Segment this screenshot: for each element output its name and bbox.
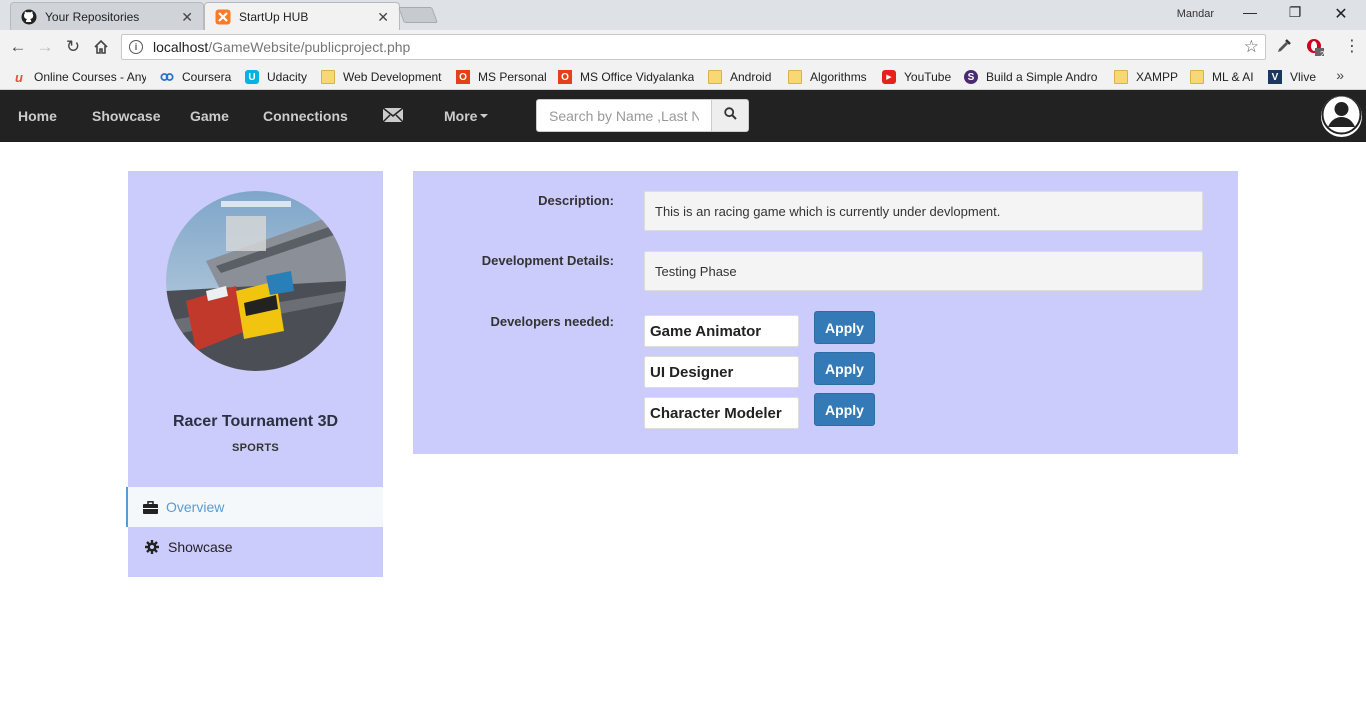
bookmark-build-simple-android[interactable]: S Build a Simple Andro [964, 68, 1100, 86]
bookmark-coursera[interactable]: Coursera [160, 68, 235, 86]
url-host: localhost [153, 39, 209, 55]
vlive-icon: V [1268, 70, 1282, 84]
folder-icon [788, 70, 802, 84]
description-field: This is an racing game which is currentl… [644, 191, 1203, 231]
nav-home[interactable]: Home [18, 90, 57, 142]
search-input[interactable] [536, 99, 712, 132]
project-details-panel: Description: This is an racing game whic… [413, 171, 1238, 454]
apply-button-game-animator[interactable]: Apply [814, 311, 875, 344]
menu-item-showcase[interactable]: Showcase [128, 527, 383, 567]
folder-icon [1190, 70, 1204, 84]
folder-icon [321, 70, 335, 84]
caret-down-icon [480, 114, 489, 118]
browser-toolbar: ← → ↻ i localhost /GameWebsite/publicpro… [0, 30, 1366, 63]
profile-name[interactable]: Mandar [1177, 8, 1214, 20]
development-details-field: Testing Phase [644, 251, 1203, 291]
udemy-icon: u [15, 69, 23, 85]
back-icon[interactable]: ← [7, 36, 29, 58]
developer-role-field: UI Designer [644, 356, 799, 388]
close-window-icon[interactable]: ✕ [1318, 4, 1364, 24]
office-icon: O [558, 70, 572, 84]
tab-startup-hub[interactable]: StartUp HUB ✕ [204, 2, 400, 30]
bookmarks-bar: u Online Courses - Any Coursera U Udacit… [0, 63, 1366, 90]
bookmark-ms-office-vidyalanka[interactable]: O MS Office Vidyalanka [558, 68, 694, 86]
nav-showcase[interactable]: Showcase [92, 90, 160, 142]
nav-messages[interactable] [382, 90, 404, 142]
info-icon[interactable]: i [129, 40, 143, 54]
briefcase-icon [142, 499, 158, 515]
menu-item-label: Showcase [168, 539, 233, 555]
gear-icon [144, 539, 160, 555]
nav-more-label: More [444, 108, 478, 124]
bookmark-android[interactable]: Android [708, 68, 778, 86]
address-bar[interactable]: i localhost /GameWebsite/publicproject.p… [121, 34, 1266, 60]
bookmark-algorithms[interactable]: Algorithms [788, 68, 872, 86]
bookmark-youtube[interactable]: ▶ YouTube [882, 68, 954, 86]
folder-icon [1114, 70, 1128, 84]
minimize-icon[interactable]: — [1227, 4, 1273, 20]
udacity-icon: U [245, 70, 259, 84]
game-thumbnail [166, 191, 346, 371]
development-details-label: Development Details: [481, 253, 614, 268]
search-button[interactable] [711, 99, 749, 132]
forward-icon[interactable]: → [34, 36, 56, 58]
office-icon: O [456, 70, 470, 84]
developer-role-field: Game Animator [644, 315, 799, 347]
extension-badge: 2 [1320, 50, 1325, 59]
nav-game[interactable]: Game [190, 90, 229, 142]
description-label: Description: [538, 193, 614, 208]
menu-item-overview[interactable]: Overview [126, 487, 383, 527]
bookmark-web-development[interactable]: Web Development [321, 68, 445, 86]
bookmark-star-icon[interactable]: ☆ [1244, 37, 1259, 57]
s-icon: S [964, 70, 978, 84]
user-avatar-button[interactable] [1321, 96, 1362, 137]
tab-your-repositories[interactable]: Your Repositories ✕ [10, 2, 204, 30]
site-navbar: Home Showcase Game Connections More [0, 90, 1366, 142]
close-tab-icon[interactable]: ✕ [181, 9, 193, 26]
new-tab-button[interactable] [398, 7, 438, 23]
bookmark-udacity[interactable]: U Udacity [245, 68, 311, 86]
project-menu: Overview Showcase [126, 487, 383, 567]
chrome-menu-icon[interactable]: ⋮ [1344, 36, 1360, 56]
search-icon [723, 106, 737, 125]
nav-more-dropdown[interactable]: More [444, 90, 489, 142]
github-icon [21, 9, 37, 25]
project-sidebar: Racer Tournament 3D SPORTS Overview Show… [126, 171, 383, 577]
xampp-icon [215, 9, 231, 25]
coursera-icon [160, 70, 174, 84]
user-avatar-icon [1321, 96, 1362, 137]
bookmark-vlive[interactable]: V Vlive [1268, 68, 1322, 86]
folder-icon [708, 70, 722, 84]
reload-icon[interactable]: ↻ [62, 36, 84, 58]
envelope-icon [382, 106, 404, 126]
project-category: SPORTS [231, 442, 280, 454]
url-path: /GameWebsite/publicproject.php [208, 39, 411, 55]
nav-connections[interactable]: Connections [263, 90, 348, 142]
bookmark-ms-personal[interactable]: O MS Personal [456, 68, 548, 86]
browser-tab-strip: Your Repositories ✕ StartUp HUB ✕ Mandar… [0, 0, 1366, 30]
bookmarks-overflow-icon[interactable]: » [1336, 67, 1344, 83]
bookmark-ml-ai[interactable]: ML & AI [1190, 68, 1258, 86]
apply-button-ui-designer[interactable]: Apply [814, 352, 875, 385]
bookmark-xampp[interactable]: XAMPP [1114, 68, 1178, 86]
youtube-icon: ▶ [882, 70, 896, 84]
tab-title: StartUp HUB [239, 9, 309, 24]
developer-role-field: Character Modeler [644, 397, 799, 429]
apply-button-character-modeler[interactable]: Apply [814, 393, 875, 426]
close-tab-icon[interactable]: ✕ [377, 9, 389, 26]
eyedropper-icon[interactable] [1276, 38, 1292, 58]
home-icon[interactable] [90, 36, 112, 58]
bookmark-online-courses[interactable]: u Online Courses - Any [12, 68, 146, 86]
developers-needed-label: Developers needed: [490, 314, 614, 329]
menu-item-label: Overview [166, 499, 225, 515]
tab-title: Your Repositories [45, 9, 140, 24]
project-title: Racer Tournament 3D [172, 413, 339, 430]
restore-icon[interactable]: ❐ [1272, 4, 1318, 21]
